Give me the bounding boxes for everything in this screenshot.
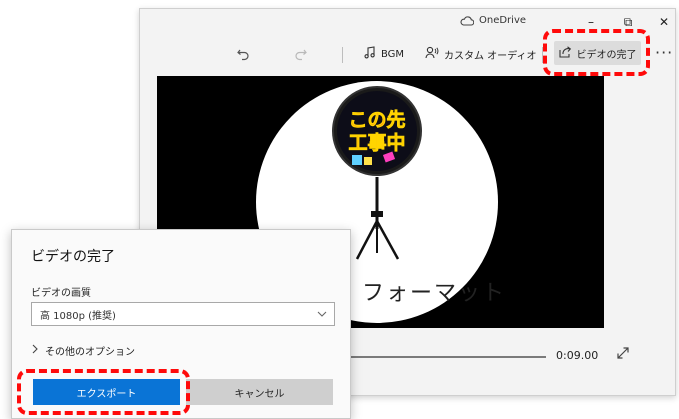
sign-line2: 工事中 <box>348 131 405 154</box>
duration-label: 0:09.00 <box>556 349 599 362</box>
quality-dropdown[interactable]: 高 1080p (推奨) <box>31 302 335 326</box>
chevron-down-icon <box>316 308 328 323</box>
chevron-right-icon <box>31 344 39 357</box>
bgm-button[interactable]: BGM <box>364 43 404 65</box>
expand-icon[interactable] <box>617 347 629 363</box>
overlay-caption: フォーマット <box>362 281 507 306</box>
more-options-toggle[interactable]: その他のオプション <box>31 343 135 358</box>
onedrive-status[interactable]: OneDrive <box>460 15 526 26</box>
bgm-label: BGM <box>381 48 405 60</box>
close-button[interactable]: ✕ <box>646 11 679 33</box>
cancel-button[interactable]: キャンセル <box>186 379 333 405</box>
dialog-title: ビデオの完了 <box>31 249 115 265</box>
quality-label: ビデオの画質 <box>31 288 91 299</box>
more-options-label: その他のオプション <box>45 347 135 358</box>
timeline-scrubber[interactable] <box>350 356 546 358</box>
custom-audio-label: カスタム オーディオ <box>444 50 537 62</box>
toolbar-divider <box>342 47 343 63</box>
onedrive-label: OneDrive <box>479 15 527 26</box>
music-note-icon <box>364 46 376 62</box>
redo-icon[interactable] <box>290 44 312 66</box>
more-options-icon[interactable]: ··· <box>655 43 673 62</box>
cloud-icon <box>460 15 474 26</box>
custom-audio-button[interactable]: カスタム オーディオ <box>425 43 536 65</box>
undo-icon[interactable] <box>232 44 254 66</box>
quality-value: 高 1080p (推奨) <box>40 310 116 322</box>
export-button-highlight <box>17 369 190 415</box>
person-sound-icon <box>425 46 439 62</box>
sign-line1: この先 <box>348 108 405 131</box>
finish-button-highlight <box>543 29 650 76</box>
